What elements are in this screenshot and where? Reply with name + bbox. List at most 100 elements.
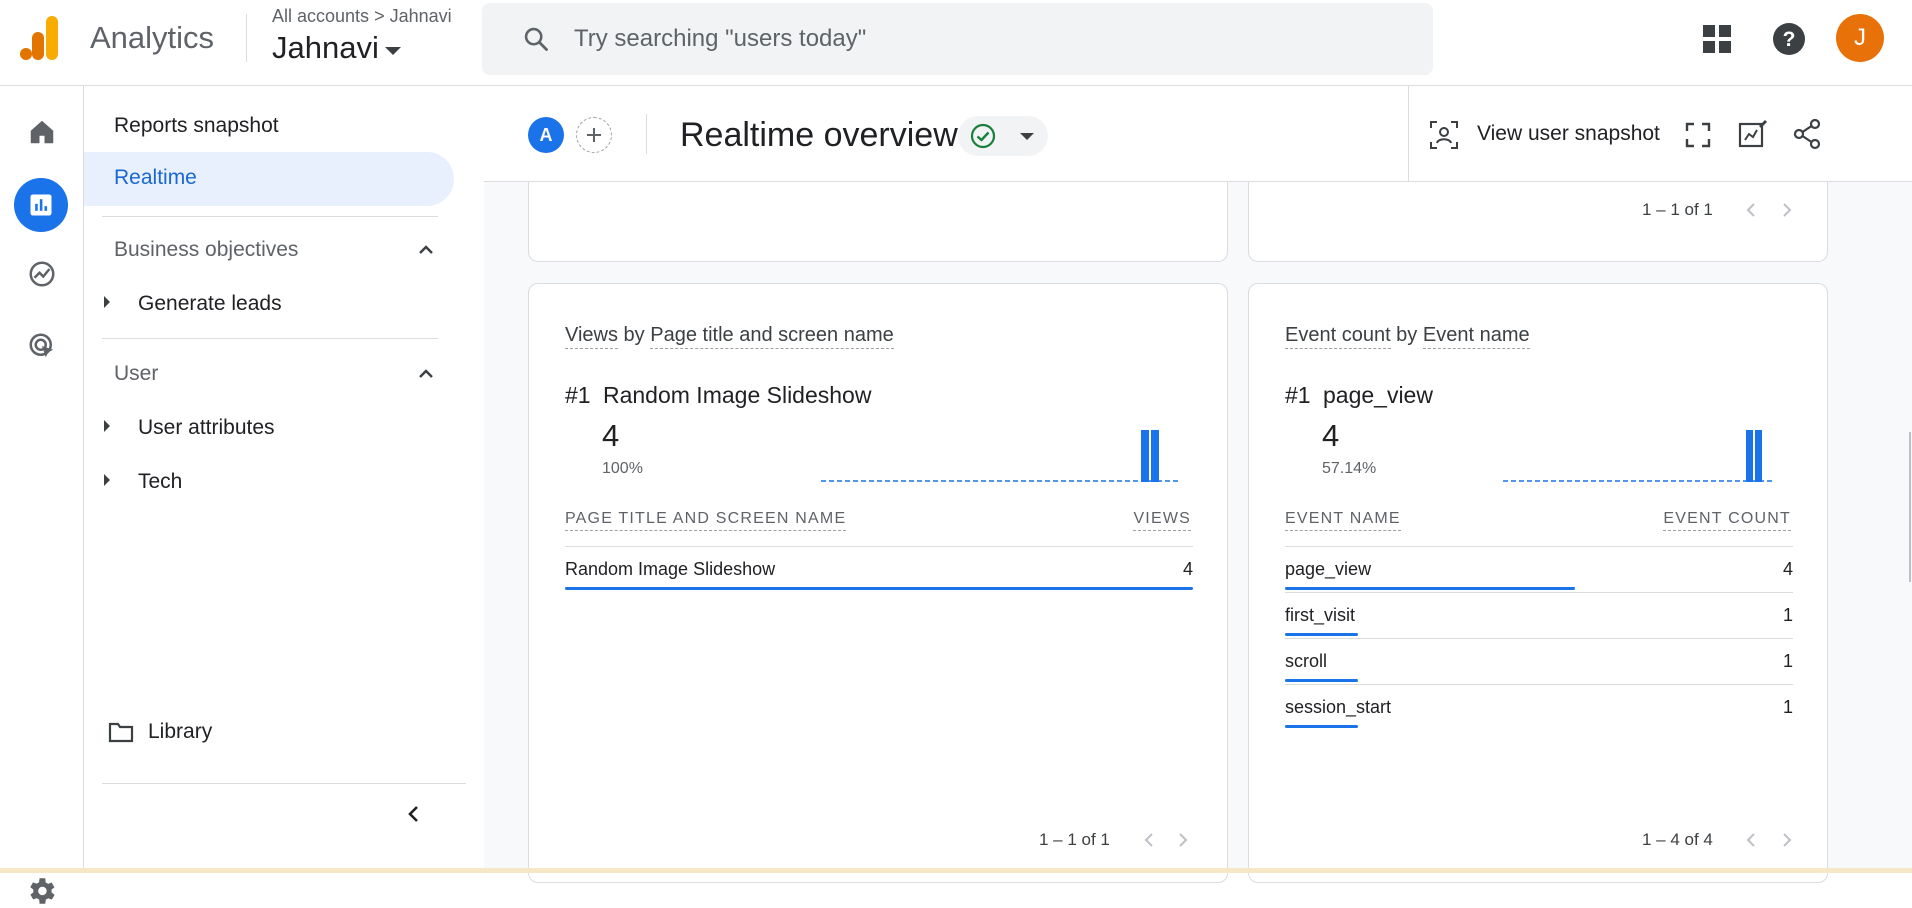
user-snapshot-icon[interactable]: [1429, 120, 1459, 150]
top-item-name: Random Image Slideshow: [602, 382, 872, 408]
nav-library-label: Library: [148, 720, 213, 743]
home-icon[interactable]: [24, 114, 60, 150]
breadcrumb-account[interactable]: Jahnavi: [390, 6, 452, 26]
divider: [102, 783, 466, 784]
sparkline: [1503, 430, 1773, 482]
account-selector[interactable]: Jahnavi: [272, 30, 401, 66]
chevron-left-icon[interactable]: [1743, 202, 1759, 218]
advertising-icon[interactable]: [24, 328, 60, 364]
report-status-dropdown[interactable]: [958, 116, 1048, 156]
breadcrumb-all-accounts[interactable]: All accounts: [272, 6, 369, 26]
column-header-event-count[interactable]: EVENT COUNT: [1663, 510, 1791, 531]
divider: [646, 114, 647, 154]
main-content: 1 – 1 of 1 A Realtime overview View user…: [484, 86, 1912, 883]
row-value: 4: [1782, 559, 1793, 579]
row-value: 1: [1782, 697, 1793, 717]
reports-nav-panel: Reports snapshot Realtime Business objec…: [84, 86, 484, 873]
card-title: Event count by Event name: [1285, 324, 1530, 349]
search-icon: [524, 27, 548, 51]
left-rail: [0, 86, 84, 904]
chevron-up-icon[interactable]: [414, 238, 438, 262]
customize-report-icon[interactable]: [1737, 118, 1769, 150]
title-by: by: [1390, 324, 1423, 346]
check-circle-icon: [970, 123, 996, 149]
top-item-value: 4: [1322, 418, 1340, 453]
table-row[interactable]: first_visit 1: [1285, 592, 1793, 638]
metric-label[interactable]: Event count: [1285, 324, 1391, 349]
avatar[interactable]: J: [1836, 14, 1884, 62]
settings-gear-icon[interactable]: [24, 874, 58, 908]
row-share-bar: [1285, 725, 1358, 728]
chevron-left-icon[interactable]: [1141, 832, 1157, 848]
fullscreen-icon[interactable]: [1685, 122, 1711, 148]
chevron-left-icon[interactable]: [1743, 832, 1759, 848]
scrollbar[interactable]: [1909, 432, 1911, 582]
breadcrumb-separator: >: [374, 6, 385, 26]
breadcrumb[interactable]: All accounts > Jahnavi: [272, 6, 452, 27]
column-header-views[interactable]: VIEWS: [1133, 510, 1191, 531]
sparkline: [821, 430, 1181, 482]
top-item-heading: #1 Random Image Slideshow: [565, 382, 871, 409]
report-header: A Realtime overview View user snapshot: [484, 86, 1912, 182]
header-actions: View user snapshot: [1408, 86, 1912, 182]
nav-user-attributes[interactable]: User attributes: [138, 416, 275, 440]
column-header-event-name[interactable]: EVENT NAME: [1285, 510, 1401, 531]
nav-tech[interactable]: Tech: [138, 470, 182, 494]
dimension-label[interactable]: Event name: [1422, 324, 1530, 349]
pager-label: 1 – 1 of 1: [1642, 200, 1713, 219]
metric-label[interactable]: Views: [565, 324, 618, 349]
collapse-chevron-left-icon[interactable]: [402, 802, 426, 826]
reports-icon[interactable]: [14, 178, 68, 232]
search-bar[interactable]: [482, 3, 1433, 75]
apps-grid-icon[interactable]: [1702, 24, 1732, 54]
table-row[interactable]: session_start 1: [1285, 684, 1793, 730]
column-header-page-title[interactable]: PAGE TITLE AND SCREEN NAME: [565, 510, 847, 531]
help-icon[interactable]: ?: [1772, 22, 1806, 56]
pager-label: 1 – 4 of 4: [1642, 830, 1713, 849]
rank: #1: [565, 382, 591, 408]
expand-arrow-icon[interactable]: [104, 474, 110, 486]
folder-icon: [108, 722, 134, 743]
page-title: Realtime overview: [680, 116, 958, 154]
expand-arrow-icon[interactable]: [104, 296, 110, 308]
title-by: by: [618, 324, 651, 346]
row-name: Random Image Slideshow: [565, 559, 776, 579]
nav-library[interactable]: Library: [108, 720, 212, 744]
account-name: Jahnavi: [272, 30, 379, 65]
caret-down-icon: [384, 47, 401, 55]
search-input[interactable]: [574, 25, 1274, 53]
add-comparison-button[interactable]: [576, 117, 612, 153]
row-share-bar: [1285, 679, 1358, 682]
share-icon[interactable]: [1791, 118, 1823, 150]
expand-arrow-icon[interactable]: [104, 420, 110, 432]
chevron-up-icon[interactable]: [414, 362, 438, 386]
comparison-chip-a[interactable]: A: [528, 117, 564, 153]
event-count-by-event-name-card: Event count by Event name #1 page_view 4…: [1248, 283, 1828, 883]
table-row[interactable]: page_view 4: [1285, 546, 1793, 592]
row-value: 4: [1182, 559, 1193, 579]
explore-icon[interactable]: [24, 256, 60, 292]
chevron-right-icon[interactable]: [1779, 202, 1795, 218]
view-user-snapshot-button[interactable]: View user snapshot: [1477, 122, 1660, 146]
nav-section-user[interactable]: User: [114, 362, 158, 386]
table-row[interactable]: Random Image Slideshow 4: [565, 546, 1193, 592]
caret-down-icon: [1020, 133, 1034, 140]
chevron-right-icon[interactable]: [1175, 832, 1191, 848]
rank: #1: [1285, 382, 1311, 408]
row-value: 1: [1782, 605, 1793, 625]
nav-reports-snapshot[interactable]: Reports snapshot: [114, 114, 279, 138]
nav-generate-leads[interactable]: Generate leads: [138, 292, 282, 316]
chevron-right-icon[interactable]: [1779, 832, 1795, 848]
analytics-logo-icon[interactable]: [20, 16, 62, 60]
nav-realtime[interactable]: Realtime: [84, 152, 454, 206]
row-name: first_visit: [1285, 605, 1356, 625]
divider: [246, 14, 247, 62]
top-item-percent: 100%: [602, 460, 643, 477]
top-item-percent: 57.14%: [1322, 460, 1377, 477]
top-item-value: 4: [602, 418, 620, 453]
app-name: Analytics: [90, 20, 215, 55]
top-item-heading: #1 page_view: [1285, 382, 1433, 409]
table-row[interactable]: scroll 1: [1285, 638, 1793, 684]
nav-section-business-objectives[interactable]: Business objectives: [114, 238, 298, 262]
dimension-label[interactable]: Page title and screen name: [650, 324, 894, 349]
